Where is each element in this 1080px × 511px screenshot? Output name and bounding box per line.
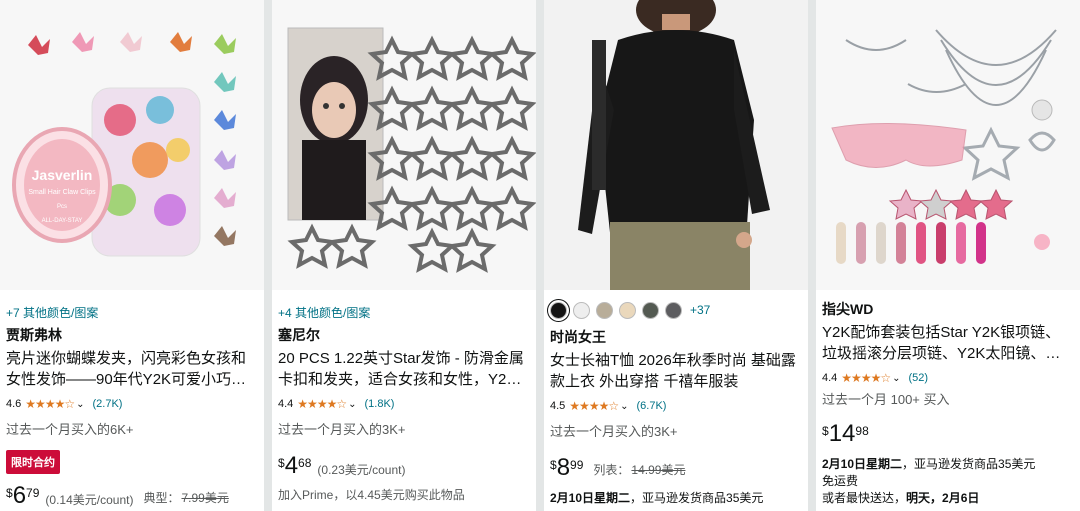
price[interactable]: $ 14 98 (822, 422, 1074, 446)
rating-count-link[interactable]: (6.7K) (636, 400, 666, 412)
price-fraction: 79 (26, 486, 40, 500)
delivery-date: 2月10日星期二 (822, 457, 903, 471)
chevron-down-icon[interactable]: ⌄ (76, 399, 84, 410)
fastest-prefix: 或者最快送达， (822, 491, 907, 505)
product-card[interactable]: 指尖WD Y2K配饰套装包括Star Y2K银项链、垃圾摇滚分层项链、Y2K太阳… (816, 0, 1080, 511)
bought-count: 过去一个月买入的3K+ (550, 424, 678, 439)
fastest-day: 明天， (906, 491, 943, 505)
price-symbol: $ (822, 424, 829, 438)
star-rating-icon[interactable]: ★★★★☆ (569, 399, 619, 413)
star-clips-image (272, 0, 536, 290)
price-whole: 6 (12, 482, 27, 509)
rating-count-link[interactable]: (52) (908, 372, 928, 384)
delivery-info: 2月10日星期二，亚马逊发货商品35美元 (550, 490, 802, 507)
rating-row[interactable]: 4.4 ★★★★☆ ⌄ (1.8K) (278, 396, 530, 412)
price-whole: 8 (556, 454, 571, 481)
fastest-delivery: 或者最快送达，明天，2月6日 (822, 490, 1074, 507)
jar-label-brand: Jasverlin (32, 167, 93, 183)
prime-note: 加入Prime，以4.45美元购买此物品 (278, 488, 465, 502)
rating-value: 4.4 (822, 372, 838, 384)
product-image[interactable] (544, 0, 808, 290)
jar-label-sub: Small Hair Claw Clips (28, 189, 96, 196)
rating-value: 4.4 (278, 398, 294, 410)
price[interactable]: $ 4 68 (0.23美元/count) (278, 454, 530, 478)
price-whole: 14 (828, 420, 856, 447)
color-swatches: +37 (550, 300, 802, 320)
color-swatch[interactable] (573, 301, 590, 319)
brand-name: 贾斯弗林 (6, 327, 62, 343)
product-grid: Jasverlin Small Hair Claw Clips Pcs ALL-… (0, 0, 1080, 511)
product-title[interactable]: 亮片迷你蝴蝶发夹，闪亮彩色女孩和女性发饰——90年代Y2K可爱小巧… (6, 348, 258, 390)
brand-name: 塞尼尔 (278, 327, 320, 343)
free-shipping: 免运费 (822, 474, 859, 488)
price-symbol: $ (278, 456, 285, 470)
typical-price: 7.99美元 (181, 491, 229, 505)
bought-count: 过去一个月 100+ 买入 (822, 392, 950, 407)
rating-row[interactable]: 4.6 ★★★★☆ ⌄ (2.7K) (6, 396, 258, 412)
delivery-date: 2月10日星期二 (550, 491, 631, 505)
product-title[interactable]: 20 PCS 1.22英寸Star发饰 - 防滑金属卡扣和发夹，适合女孩和女性，… (278, 348, 530, 390)
price-fraction: 98 (855, 424, 869, 438)
bought-count: 过去一个月买入的6K+ (6, 422, 134, 437)
brand-name: 时尚女王 (550, 329, 606, 345)
color-swatch[interactable] (665, 301, 682, 319)
unit-price: (0.23美元/count) (317, 463, 406, 477)
product-card[interactable]: +37 时尚女王 女士长袖T恤 2026年秋季时尚 基础露款上衣 外出穿搭 千禧… (544, 0, 808, 511)
jar-label-stay: ALL-DAY-STAY (42, 218, 83, 224)
rating-value: 4.6 (6, 398, 22, 410)
star-rating-icon[interactable]: ★★★★☆ (297, 397, 347, 411)
brand-name: 指尖WD (822, 301, 874, 317)
price-whole: 4 (284, 452, 299, 479)
more-swatches-link[interactable]: +37 (690, 303, 710, 317)
product-title[interactable]: Y2K配饰套装包括Star Y2K银项链、垃圾摇滚分层项链、Y2K太阳镜、… (822, 322, 1074, 364)
star-rating-icon[interactable]: ★★★★☆ (841, 371, 891, 385)
price-fraction: 68 (298, 456, 312, 470)
delivery-text: ，亚马逊发货商品35美元 (902, 457, 1036, 471)
more-colors-link[interactable]: +4 其他颜色/图案 (278, 304, 530, 320)
rating-count-link[interactable]: (1.8K) (364, 398, 394, 410)
bought-count: 过去一个月买入的3K+ (278, 422, 406, 437)
product-image[interactable] (816, 0, 1080, 290)
list-label: 列表： (593, 463, 630, 477)
color-swatch[interactable] (550, 301, 567, 319)
delivery-info: 2月10日星期二，亚马逊发货商品35美元 (822, 456, 1074, 473)
typical-label: 典型： (143, 491, 180, 505)
more-colors-link[interactable]: +7 其他颜色/图案 (6, 304, 258, 320)
rating-row[interactable]: 4.5 ★★★★☆ ⌄ (6.7K) (550, 398, 802, 414)
product-title[interactable]: 女士长袖T恤 2026年秋季时尚 基础露款上衣 外出穿搭 千禧年服装 (550, 350, 802, 392)
deal-badge: 限时合约 (6, 450, 60, 474)
price-fraction: 99 (570, 458, 584, 472)
chevron-down-icon[interactable]: ⌄ (892, 373, 900, 384)
delivery-text: ，亚马逊发货商品35美元 (630, 491, 764, 505)
product-card[interactable]: Jasverlin Small Hair Claw Clips Pcs ALL-… (0, 0, 264, 511)
color-swatch[interactable] (596, 301, 613, 319)
product-card[interactable]: +4 其他颜色/图案 塞尼尔 20 PCS 1.22英寸Star发饰 - 防滑金… (272, 0, 536, 511)
rating-count-link[interactable]: (2.7K) (92, 398, 122, 410)
star-rating-icon[interactable]: ★★★★☆ (25, 397, 75, 411)
black-top-image (544, 0, 808, 290)
list-price: 14.99美元 (631, 463, 686, 477)
chevron-down-icon[interactable]: ⌄ (620, 401, 628, 412)
chevron-down-icon[interactable]: ⌄ (348, 399, 356, 410)
price-symbol: $ (550, 458, 557, 472)
price[interactable]: $ 8 99 列表： 14.99美元 (550, 456, 802, 480)
product-image[interactable]: Jasverlin Small Hair Claw Clips Pcs ALL-… (0, 0, 264, 290)
price-symbol: $ (6, 486, 13, 500)
fastest-date: 2月6日 (942, 491, 980, 505)
rating-value: 4.5 (550, 400, 566, 412)
color-swatch[interactable] (642, 301, 659, 319)
price[interactable]: $ 6 79 (0.14美元/count) 典型： 7.99美元 (6, 484, 258, 508)
butterfly-clips-image: Jasverlin Small Hair Claw Clips Pcs ALL-… (0, 0, 264, 290)
jar-label-pcs: Pcs (57, 204, 67, 210)
rating-row[interactable]: 4.4 ★★★★☆ ⌄ (52) (822, 370, 1074, 386)
color-swatch[interactable] (619, 301, 636, 319)
y2k-accessories-image (816, 0, 1080, 290)
unit-price: (0.14美元/count) (45, 493, 134, 507)
product-image[interactable] (272, 0, 536, 290)
